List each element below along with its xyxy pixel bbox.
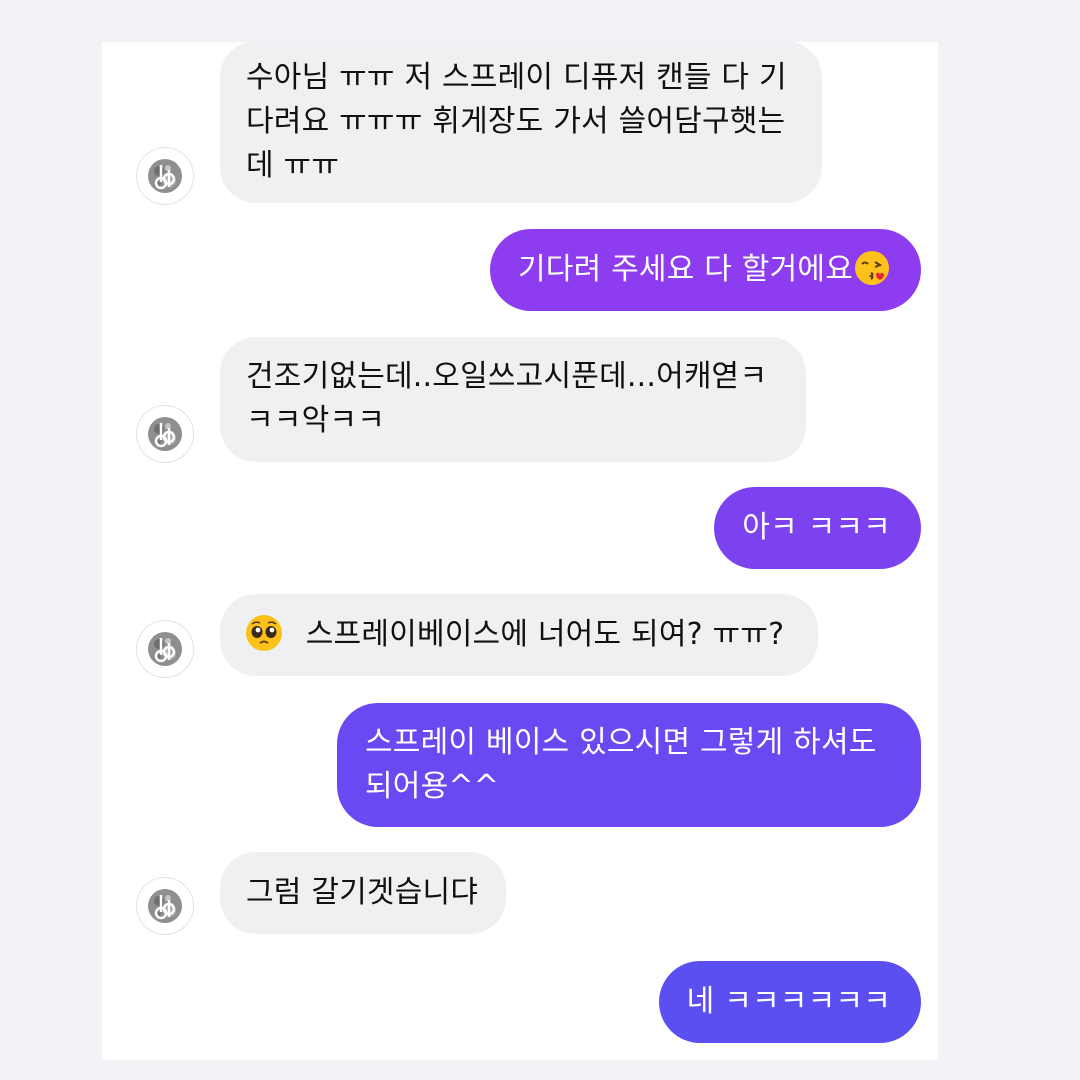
message-bubble-incoming[interactable]: 스프레이베이스에 너어도 되여? ㅠㅠ? xyxy=(220,594,818,676)
message-text: 다려요 ㅠㅠㅠ 휘게장도 가서 쓸어담구햇는 xyxy=(246,104,786,139)
message-bubble-outgoing[interactable]: 아ㅋ ㅋㅋㅋ xyxy=(714,487,921,569)
face-blowing-kiss-emoji xyxy=(853,249,891,287)
message-text: 그럼 갈기겟습니댜 xyxy=(246,875,479,910)
avatar[interactable] xyxy=(136,405,194,463)
message-text: 스프레이 베이스 있으시면 그렇게 하셔도 xyxy=(365,725,877,760)
message-text: 데 ㅠㅠ xyxy=(246,148,340,183)
message-bubble-incoming[interactable]: 건조기없는데..오일쓰고시푼데...어캐엳ㅋ ㅋㅋ악ㅋㅋ xyxy=(220,337,806,462)
message-text: 네 ㅋㅋㅋㅋㅋㅋ xyxy=(686,984,891,1019)
message-text: 수아님 ㅠㅠ 저 스프레이 디퓨저 캔들 다 기 xyxy=(246,60,787,95)
moon-logo-icon xyxy=(148,159,182,193)
message-text: ㅋㅋ악ㅋㅋ xyxy=(246,403,385,438)
avatar[interactable] xyxy=(136,877,194,935)
message-bubble-outgoing[interactable]: 스프레이 베이스 있으시면 그렇게 하셔도 되어용^^ xyxy=(337,703,921,827)
message-text: 되어용^^ xyxy=(365,769,500,804)
message-bubble-outgoing[interactable]: 기다려 주세요 다 할거에요 xyxy=(489,229,921,311)
moon-logo-icon xyxy=(148,417,182,451)
message-bubble-incoming[interactable]: 그럼 갈기겟습니댜 xyxy=(220,852,507,934)
avatar[interactable] xyxy=(136,147,194,205)
message-text: 기다려 주세요 다 할거에요 xyxy=(517,252,853,287)
moon-logo-icon xyxy=(148,632,182,666)
message-bubble-outgoing[interactable]: 네 ㅋㅋㅋㅋㅋㅋ xyxy=(658,961,921,1043)
message-text: 아ㅋ ㅋㅋㅋ xyxy=(742,510,891,545)
moon-logo-icon xyxy=(148,889,182,923)
message-bubble-incoming[interactable]: 수아님 ㅠㅠ 저 스프레이 디퓨저 캔들 다 기 다려요 ㅠㅠㅠ 휘게장도 가서… xyxy=(220,41,822,203)
pleading-face-emoji xyxy=(244,613,284,653)
message-text: 건조기없는데..오일쓰고시푼데...어캐엳ㅋ xyxy=(246,359,768,394)
avatar[interactable] xyxy=(136,620,194,678)
message-text: 스프레이베이스에 너어도 되여? ㅠㅠ? xyxy=(305,617,785,652)
